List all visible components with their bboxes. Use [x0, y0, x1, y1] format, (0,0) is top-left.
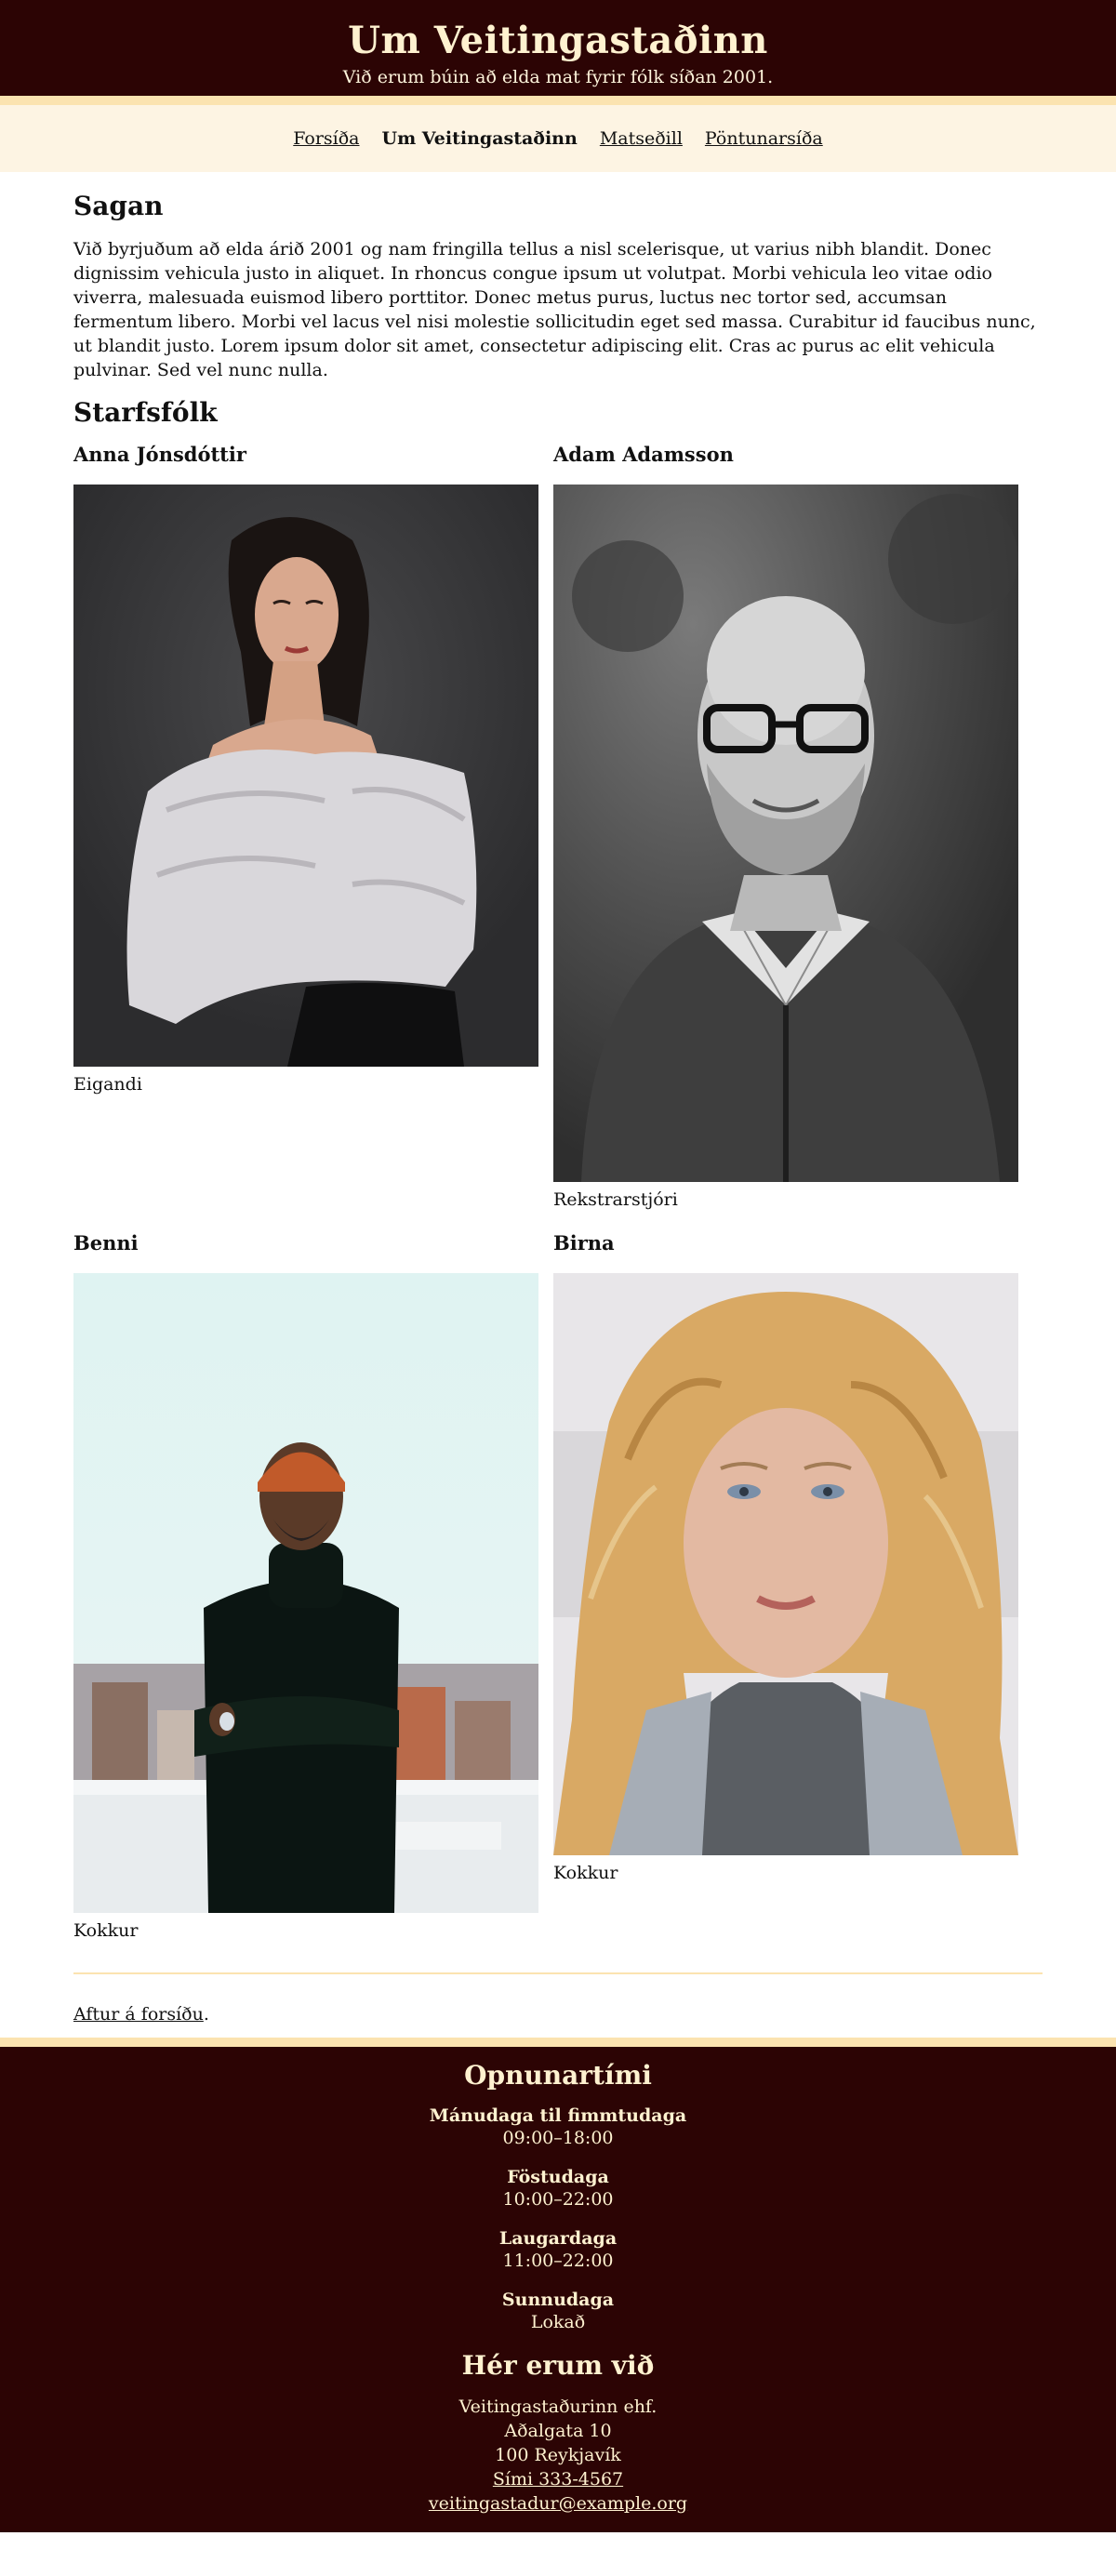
- hours-day: Föstudaga: [507, 2167, 609, 2187]
- nav-link-order[interactable]: Pöntunarsíða: [705, 128, 823, 149]
- hours-day: Laugardaga: [498, 2228, 618, 2249]
- staff-member-card: Anna Jónsdóttir Eigandi: [73, 442, 538, 1212]
- staff-name: Birna: [553, 1231, 615, 1255]
- nav-link-menu[interactable]: Matseðill: [600, 128, 683, 149]
- hours-row: Mánudaga til fimmtudaga 09:00–18:00: [0, 2105, 1116, 2149]
- hours-row: Sunnudaga Lokað: [0, 2289, 1116, 2333]
- back-link-suffix: .: [203, 2004, 209, 2025]
- staff-name: Anna Jónsdóttir: [73, 443, 246, 466]
- hours-time: 09:00–18:00: [502, 2128, 614, 2148]
- contact-heading: Hér erum við: [461, 2350, 655, 2381]
- hours-time: 11:00–22:00: [502, 2251, 614, 2271]
- staff-heading: Starfsfólk: [73, 397, 218, 428]
- staff-role: Kokkur: [73, 1920, 139, 1941]
- main-nav: Forsíða Um Veitingastaðinn Matseðill Pön…: [0, 105, 1116, 172]
- staff-member-card: Birna Kokkur: [553, 1230, 1018, 1943]
- hours-day: Sunnudaga: [501, 2290, 615, 2310]
- street-address: Aðalgata 10: [504, 2421, 612, 2441]
- staff-photo: [553, 1273, 1018, 1855]
- city-address: 100 Reykjavík: [495, 2445, 621, 2465]
- hours-heading: Opnunartími: [464, 2060, 652, 2091]
- back-link-paragraph: Aftur á forsíðu.: [73, 2002, 1043, 2026]
- staff-grid: Anna Jónsdóttir Eigandi Adam Adamsson Re…: [73, 442, 1043, 1961]
- phone-line: Sími 333-4567: [0, 2467, 1116, 2491]
- hours-day: Mánudaga til fimmtudaga: [429, 2105, 687, 2126]
- staff-name: Adam Adamsson: [553, 443, 734, 466]
- staff-role: Kokkur: [553, 1863, 618, 1883]
- email-line: veitingastadur@example.org: [0, 2491, 1116, 2516]
- hours-row: Laugardaga 11:00–22:00: [0, 2227, 1116, 2272]
- site-footer: Opnunartími Mánudaga til fimmtudaga 09:0…: [0, 2038, 1116, 2532]
- site-header: Um Veitingastaðinn Við erum búin að elda…: [0, 0, 1116, 105]
- hours-time: 10:00–22:00: [502, 2189, 614, 2210]
- staff-photo: [553, 485, 1018, 1182]
- hours-row: Föstudaga 10:00–22:00: [0, 2166, 1116, 2211]
- nav-link-home[interactable]: Forsíða: [293, 128, 359, 149]
- content-divider: [73, 1972, 1043, 1974]
- back-to-home-link[interactable]: Aftur á forsíðu: [73, 2004, 204, 2025]
- staff-photo: [73, 1273, 538, 1913]
- staff-role: Rekstrarstjóri: [553, 1189, 678, 1210]
- staff-member-card: Benni Kokkur: [73, 1230, 538, 1943]
- email-link[interactable]: veitingastadur@example.org: [429, 2493, 687, 2514]
- nav-current-about: Um Veitingastaðinn: [381, 128, 578, 149]
- phone-link[interactable]: Sími 333-4567: [493, 2469, 623, 2490]
- staff-name: Benni: [73, 1231, 139, 1255]
- page-tagline: Við erum búin að elda mat fyrir fólk síð…: [342, 67, 774, 87]
- staff-photo: [73, 485, 538, 1067]
- story-heading: Sagan: [73, 191, 164, 221]
- main-content: Sagan Við byrjuðum að elda árið 2001 og …: [0, 191, 1116, 2026]
- company-name: Veitingastaðurinn ehf.: [458, 2397, 658, 2417]
- staff-member-card: Adam Adamsson Rekstrarstjóri: [553, 442, 1018, 1212]
- story-text: Við byrjuðum að elda árið 2001 og nam fr…: [73, 239, 1036, 380]
- page-title: Um Veitingastaðinn: [348, 19, 768, 62]
- hours-time: Lokað: [530, 2312, 586, 2332]
- staff-role: Eigandi: [73, 1074, 142, 1095]
